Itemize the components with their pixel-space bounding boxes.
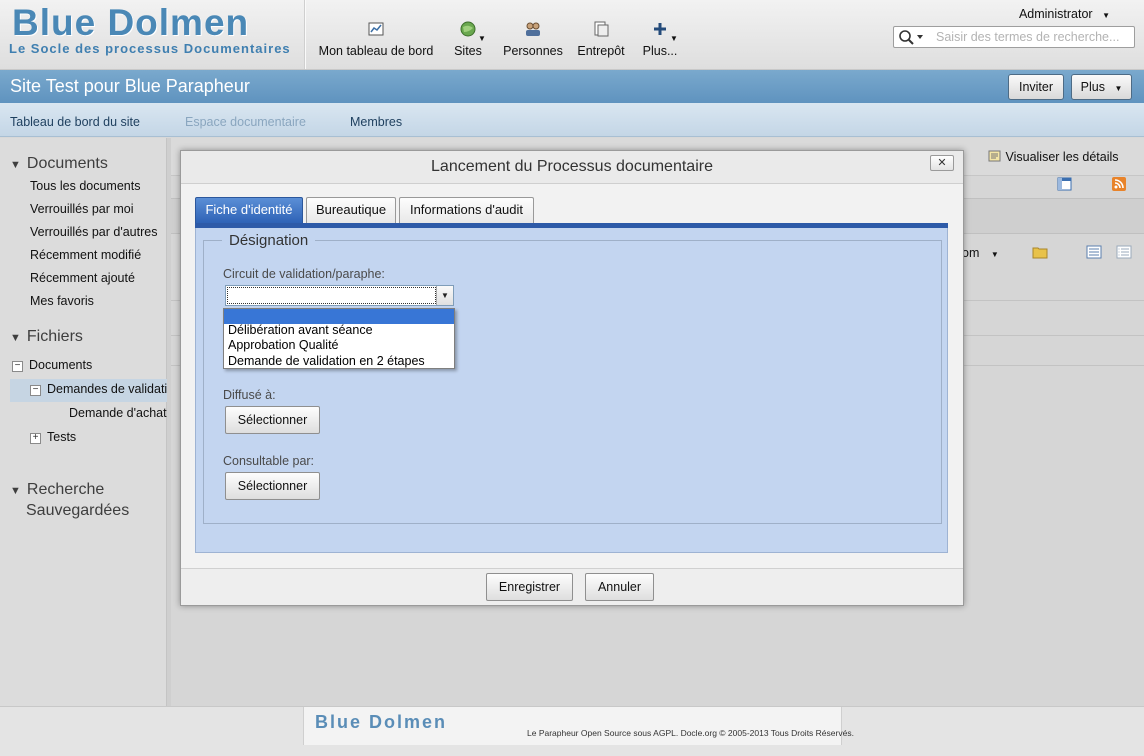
circuit-label: Circuit de validation/paraphe: xyxy=(223,267,385,281)
circuit-dropdown-list: Délibération avant séance Approbation Qu… xyxy=(223,308,455,369)
list-view-icon[interactable] xyxy=(1086,245,1102,262)
chevron-down-icon[interactable]: ▼ xyxy=(436,286,453,305)
view-details-button[interactable]: Visualiser les détails xyxy=(988,149,1119,164)
chevron-down-icon: ▼ xyxy=(1114,84,1123,93)
people-icon xyxy=(500,20,566,40)
collapse-icon[interactable]: − xyxy=(30,385,41,396)
collapse-triangle-icon: ▼ xyxy=(10,332,21,344)
site-more-button[interactable]: Plus ▼ xyxy=(1071,74,1132,100)
tree-node-label: Demandes de validation xyxy=(47,382,167,396)
saved-search-title-line2: Sauvegardées xyxy=(26,502,130,519)
nav-people[interactable]: Personnes xyxy=(500,20,566,58)
logo-subtitle: Le Socle des processus Documentaires xyxy=(9,41,291,56)
filter-favorites[interactable]: Mes favoris xyxy=(30,294,94,308)
cancel-button[interactable]: Annuler xyxy=(585,573,654,601)
search-input[interactable] xyxy=(934,29,1130,45)
filter-recently-modified[interactable]: Récemment modifié xyxy=(30,248,141,262)
subnav-document-library[interactable]: Espace documentaire xyxy=(185,115,306,129)
rss-icon[interactable] xyxy=(1112,177,1126,194)
close-button[interactable]: ✕ xyxy=(930,155,954,171)
dropdown-option-deliberation[interactable]: Délibération avant séance xyxy=(224,323,454,338)
collapse-triangle-icon: ▼ xyxy=(10,159,21,171)
files-section-title: Fichiers xyxy=(26,328,83,345)
nav-people-label: Personnes xyxy=(503,44,563,58)
collapse-triangle-icon: ▼ xyxy=(10,485,21,497)
folder-icon[interactable] xyxy=(1032,245,1048,262)
diffused-to-label: Diffusé à: xyxy=(223,388,276,402)
tree-node-validation-requests[interactable]: −Demandes de validation xyxy=(30,382,167,396)
tab-audit[interactable]: Informations d'audit xyxy=(399,197,534,223)
filter-locked-by-me[interactable]: Verrouillés par moi xyxy=(30,202,134,216)
details-icon xyxy=(988,150,1005,164)
consultable-by-label: Consultable par: xyxy=(223,454,315,468)
nav-repository-label: Entrepôt xyxy=(577,44,625,58)
nav-sites-label: Sites xyxy=(454,44,482,58)
sort-selector[interactable]: om ▼ xyxy=(962,246,999,260)
tree-node-label: Tests xyxy=(47,430,77,444)
tree-node-label: Documents xyxy=(29,358,93,372)
invite-button[interactable]: Inviter xyxy=(1008,74,1064,100)
select-diffusion-button[interactable]: Sélectionner xyxy=(225,406,320,434)
documents-section-title: Documents xyxy=(26,155,108,172)
dashboard-icon xyxy=(318,20,434,40)
chevron-down-icon: ▼ xyxy=(1102,11,1110,20)
circuit-select[interactable]: ▼ xyxy=(225,285,454,306)
nav-more-label: Plus... xyxy=(642,44,678,58)
save-button[interactable]: Enregistrer xyxy=(486,573,573,601)
filter-locked-by-others[interactable]: Verrouillés par d'autres xyxy=(30,225,157,239)
dropdown-option-empty[interactable] xyxy=(224,309,454,324)
globe-icon: ▼ xyxy=(448,20,488,43)
search-box[interactable] xyxy=(893,26,1135,48)
dropdown-option-two-step-validation[interactable]: Demande de validation en 2 étapes xyxy=(224,354,454,369)
subnav-members[interactable]: Membres xyxy=(350,115,402,129)
header-divider xyxy=(304,0,305,69)
files-section-header[interactable]: ▼ Fichiers xyxy=(10,328,83,346)
circuit-select-value xyxy=(227,287,436,304)
nav-sites[interactable]: ▼ Sites xyxy=(448,20,488,58)
search-icon[interactable] xyxy=(898,29,928,48)
dialog-title: Lancement du Processus documentaire xyxy=(431,158,713,175)
tab-office[interactable]: Bureautique xyxy=(306,197,396,223)
subnav-dashboard[interactable]: Tableau de bord du site xyxy=(10,115,140,129)
site-subnav xyxy=(0,103,1144,137)
chevron-down-icon: ▼ xyxy=(990,250,999,259)
filter-all-documents[interactable]: Tous les documents xyxy=(30,179,140,193)
user-menu[interactable]: Administrator ▼ xyxy=(1019,7,1110,21)
tab-identity[interactable]: Fiche d'identité xyxy=(195,197,303,223)
nav-dashboard[interactable]: Mon tableau de bord xyxy=(318,20,434,58)
footer-logo[interactable]: Blue Dolmen xyxy=(315,712,447,733)
view-toggle-icon[interactable] xyxy=(1057,177,1072,194)
expand-icon[interactable]: + xyxy=(30,433,41,444)
logo-title[interactable]: Blue Dolmen xyxy=(12,2,249,44)
user-name: Administrator xyxy=(1018,7,1093,21)
chevron-down-icon: ▼ xyxy=(670,34,678,43)
plus-icon: ▼ xyxy=(640,20,680,43)
detailed-view-icon[interactable] xyxy=(1116,245,1132,262)
saved-search-title-line1: Recherche xyxy=(26,481,105,498)
nav-more[interactable]: ▼ Plus... xyxy=(640,20,680,58)
chevron-down-icon: ▼ xyxy=(478,34,486,43)
tree-node-documents[interactable]: − Documents xyxy=(12,358,167,372)
nav-repository[interactable]: Entrepôt xyxy=(574,20,628,58)
view-details-label: Visualiser les détails xyxy=(1005,150,1119,164)
designation-legend: Désignation xyxy=(222,232,316,249)
documents-section-header[interactable]: ▼ Documents xyxy=(10,155,108,173)
dropdown-option-quality-approval[interactable]: Approbation Qualité xyxy=(224,338,454,353)
collapse-icon[interactable]: − xyxy=(12,361,23,372)
site-title: Site Test pour Blue Parapheur xyxy=(10,76,250,96)
nav-dashboard-label: Mon tableau de bord xyxy=(318,44,434,58)
saved-search-section-header[interactable]: ▼ Recherche Sauvegardées xyxy=(10,480,129,520)
tree-node-purchase-request[interactable]: Demande d'achat xyxy=(69,406,167,420)
footer-copyright: Le Parapheur Open Source sous AGPL. Docl… xyxy=(527,728,854,738)
repository-icon xyxy=(574,20,628,40)
filter-recently-added[interactable]: Récemment ajouté xyxy=(30,271,135,285)
sort-selector-label: om xyxy=(962,246,980,260)
tree-node-tests[interactable]: + Tests xyxy=(30,430,167,444)
site-more-label: Plus xyxy=(1080,80,1105,94)
close-icon: ✕ xyxy=(937,157,947,169)
left-panel xyxy=(0,138,167,706)
select-consultable-button[interactable]: Sélectionner xyxy=(225,472,320,500)
